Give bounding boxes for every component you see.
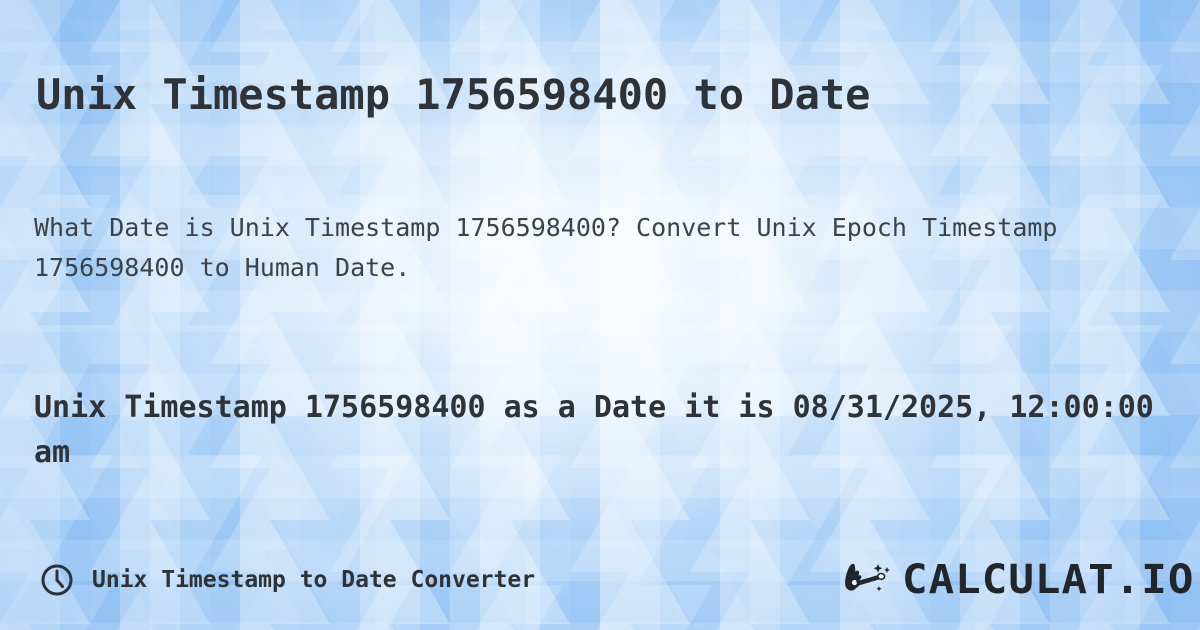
magic-wand-hand-icon: [842, 558, 898, 602]
footer: Unix Timestamp to Date Converter CALCULA…: [0, 548, 1200, 612]
brand-wordmark-wrap: CALCULAT.IO: [902, 558, 1193, 602]
footer-converter-label-group: Unix Timestamp to Date Converter: [40, 548, 535, 612]
footer-label: Unix Timestamp to Date Converter: [92, 567, 536, 593]
clock-icon: [40, 563, 74, 597]
conversion-result-text: Unix Timestamp 1756598400 as a Date it i…: [34, 390, 1154, 470]
content-area: Unix Timestamp 1756598400 to Date What D…: [0, 0, 1200, 630]
brand-wordmark: CALCULAT.IO: [902, 557, 1195, 603]
brand-logo: CALCULAT.IO: [842, 548, 1193, 612]
page-title: Unix Timestamp 1756598400 to Date: [36, 70, 871, 120]
og-image-card: Unix Timestamp 1756598400 to Date What D…: [0, 0, 1200, 630]
description-text: What Date is Unix Timestamp 1756598400? …: [34, 213, 1058, 282]
